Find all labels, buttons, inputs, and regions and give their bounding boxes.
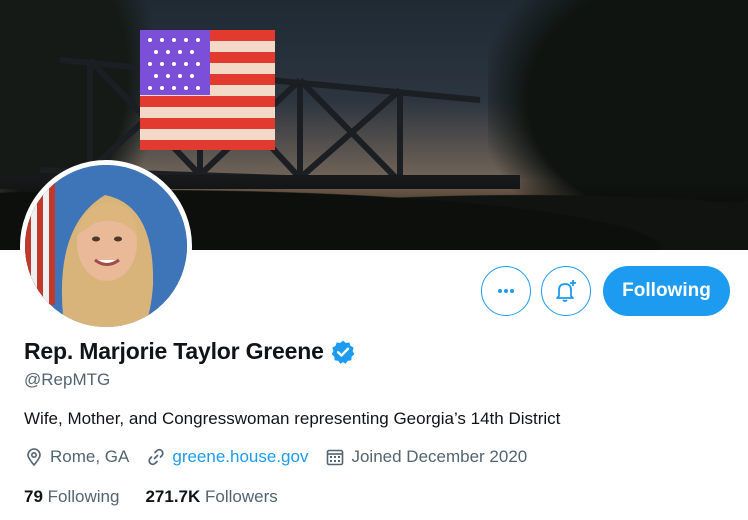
- profile-meta: Rome, GA greene.house.gov Joined Decembe…: [24, 447, 544, 467]
- followers-label: Followers: [205, 487, 278, 506]
- more-horizontal-icon: [498, 289, 514, 293]
- location-pin-icon: [27, 448, 41, 467]
- joined-text: Joined December 2020: [351, 447, 528, 466]
- following-count-link[interactable]: 79 Following: [24, 487, 119, 507]
- notifications-button[interactable]: [541, 266, 591, 316]
- website-link[interactable]: greene.house.gov: [172, 447, 308, 467]
- followers-count-link[interactable]: 271.7K Followers: [145, 487, 277, 507]
- profile-location: Rome, GA: [24, 447, 129, 467]
- following-label: Following: [47, 487, 120, 506]
- bell-plus-icon: [556, 280, 576, 302]
- profile-counts: 79 Following 271.7K Followers: [24, 487, 304, 507]
- following-button[interactable]: Following: [603, 266, 730, 316]
- profile-website[interactable]: greene.house.gov: [146, 447, 308, 467]
- calendar-icon: [327, 449, 344, 466]
- profile-bio: Wife, Mother, and Congresswoman represen…: [24, 409, 561, 428]
- profile-avatar[interactable]: [20, 160, 192, 332]
- verified-badge-icon: [331, 340, 355, 364]
- profile-name: Rep. Marjorie Taylor Greene: [24, 338, 324, 364]
- profile-name-row: Rep. Marjorie Taylor Greene: [24, 338, 356, 365]
- followers-count: 271.7K: [145, 487, 201, 506]
- led-flag: [140, 30, 275, 150]
- profile-actions: Following: [481, 266, 730, 316]
- more-options-button[interactable]: [481, 266, 531, 316]
- profile-handle: @RepMTG: [24, 370, 111, 389]
- following-count: 79: [24, 487, 43, 506]
- profile-joined: Joined December 2020: [325, 447, 527, 467]
- link-icon: [148, 448, 164, 466]
- location-text: Rome, GA: [50, 447, 130, 466]
- avatar-portrait: [25, 165, 187, 327]
